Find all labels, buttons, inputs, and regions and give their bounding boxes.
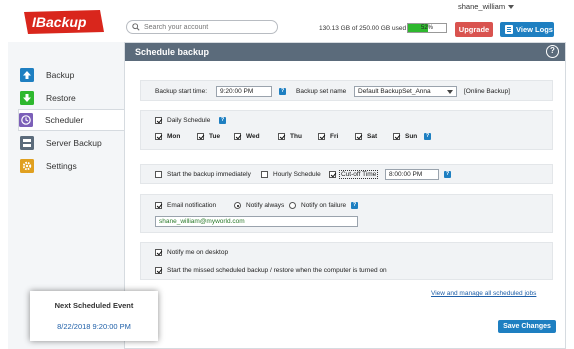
- backup-set-select[interactable]: Default BackupSet_Anna: [354, 86, 457, 97]
- upgrade-button[interactable]: Upgrade: [455, 22, 493, 37]
- view-logs-button[interactable]: View Logs: [500, 22, 554, 37]
- search-box[interactable]: [126, 20, 278, 34]
- next-event-datetime: 8/22/2018 9:20:00 PM: [57, 322, 131, 331]
- start-options-section: Start the backup immediately Hourly Sche…: [140, 164, 553, 184]
- view-logs-label: View Logs: [516, 25, 553, 34]
- day-checkbox-fri[interactable]: [318, 133, 325, 140]
- cutoff-time-checkbox[interactable]: [329, 171, 336, 178]
- user-menu[interactable]: shane_william: [458, 2, 515, 11]
- daily-schedule-label: Daily Schedule: [167, 117, 211, 124]
- email-notification-label: Email notification: [167, 202, 217, 209]
- backup-set-value: Default BackupSet_Anna: [358, 88, 431, 95]
- gear-icon: [20, 159, 34, 173]
- desktop-notify-checkbox[interactable]: [155, 249, 162, 256]
- start-immediately-label: Start the backup immediately: [167, 171, 251, 178]
- help-icon[interactable]: ?: [219, 117, 226, 124]
- help-icon[interactable]: ?: [279, 88, 286, 95]
- sidebar-item-backup[interactable]: Backup: [20, 64, 124, 86]
- misc-options-section: Notify me on desktop Start the missed sc…: [140, 242, 553, 280]
- help-icon[interactable]: ?: [444, 171, 451, 178]
- sidebar-item-label: Scheduler: [45, 115, 84, 125]
- server-icon: [20, 136, 34, 150]
- chevron-down-icon: [508, 5, 515, 10]
- notify-failure-radio[interactable]: [289, 202, 296, 209]
- hourly-schedule-checkbox[interactable]: [261, 171, 268, 178]
- cutoff-time-input[interactable]: 8:00:00 PM: [385, 169, 439, 180]
- restore-arrow-down-icon: [20, 91, 34, 105]
- day-checkbox-sat[interactable]: [355, 133, 362, 140]
- view-scheduled-jobs-link[interactable]: View and manage all scheduled jobs: [431, 290, 536, 297]
- day-label-sun: Sun: [405, 133, 418, 140]
- cutoff-time-label: Cut-off Time: [339, 170, 379, 179]
- notify-failure-label: Notify on failure: [301, 202, 347, 209]
- sidebar-item-restore[interactable]: Restore: [20, 87, 124, 109]
- day-label-wed: Wed: [246, 133, 260, 140]
- sidebar-item-label: Restore: [46, 93, 76, 103]
- storage-usage-text: 130.13 GB of 250.00 GB used: [319, 25, 407, 32]
- day-checkbox-mon[interactable]: [155, 133, 162, 140]
- day-label-thu: Thu: [290, 133, 302, 140]
- sidebar-item-scheduler[interactable]: Scheduler: [18, 109, 124, 131]
- search-input[interactable]: [144, 22, 274, 32]
- backup-set-type: [Online Backup]: [464, 88, 510, 95]
- backup-set-label: Backup set name: [296, 88, 347, 95]
- email-section: Email notification Notify always Notify …: [140, 194, 553, 233]
- start-time-section: Backup start time: 9:20:00 PM ? Backup s…: [140, 80, 553, 101]
- day-label-fri: Fri: [330, 133, 339, 140]
- daily-schedule-checkbox[interactable]: [155, 117, 162, 124]
- logs-icon: [505, 25, 513, 34]
- start-time-input[interactable]: 9:20:00 PM: [216, 86, 272, 97]
- quota-percent: 52%: [420, 25, 433, 31]
- user-name: shane_william: [458, 2, 506, 11]
- backup-arrow-up-icon: [20, 68, 34, 82]
- email-input[interactable]: shane_william@myworld.com: [155, 216, 358, 227]
- notify-always-label: Notify always: [246, 202, 285, 209]
- help-icon[interactable]: ?: [546, 45, 559, 58]
- search-icon: [132, 23, 140, 31]
- day-label-sat: Sat: [367, 133, 378, 140]
- day-checkbox-thu[interactable]: [278, 133, 285, 140]
- next-scheduled-event: Next Scheduled Event 8/22/2018 9:20:00 P…: [30, 291, 158, 341]
- start-time-label: Backup start time:: [155, 88, 208, 95]
- hourly-schedule-label: Hourly Schedule: [273, 171, 321, 178]
- day-checkbox-wed[interactable]: [234, 133, 241, 140]
- chevron-down-icon: [447, 90, 453, 94]
- missed-backup-checkbox[interactable]: [155, 267, 162, 274]
- logo-text: IBackup: [32, 14, 87, 30]
- app-window: IBackup shane_william 130.13 GB of 250.0…: [8, 0, 566, 349]
- panel-header: Schedule backup ?: [125, 43, 565, 61]
- help-icon[interactable]: ?: [424, 133, 431, 140]
- storage-quota-bar: 52%: [407, 23, 447, 33]
- sidebar-item-label: Backup: [46, 70, 75, 80]
- day-label-tue: Tue: [209, 133, 221, 140]
- day-label-mon: Mon: [167, 133, 181, 140]
- panel-title: Schedule backup: [135, 47, 210, 57]
- next-event-title: Next Scheduled Event: [54, 301, 134, 310]
- clock-icon: [19, 113, 33, 127]
- schedule-panel: Schedule backup ? Backup start time: 9:2…: [124, 42, 566, 349]
- missed-backup-label: Start the missed scheduled backup / rest…: [167, 267, 387, 274]
- save-changes-button[interactable]: Save Changes: [498, 320, 556, 333]
- email-notification-checkbox[interactable]: [155, 202, 162, 209]
- notify-always-radio[interactable]: [234, 202, 241, 209]
- sidebar-item-label: Settings: [46, 161, 77, 171]
- day-checkbox-sun[interactable]: [393, 133, 400, 140]
- sidebar-item-label: Server Backup: [46, 138, 102, 148]
- day-checkbox-tue[interactable]: [197, 133, 204, 140]
- top-bar: IBackup shane_william 130.13 GB of 250.0…: [8, 0, 566, 42]
- help-icon[interactable]: ?: [351, 202, 358, 209]
- desktop-notify-label: Notify me on desktop: [167, 249, 229, 256]
- sidebar-item-server-backup[interactable]: Server Backup: [20, 132, 124, 154]
- daily-schedule-section: Daily Schedule ? Mon Tue Wed Thu Fri Sat…: [140, 110, 553, 150]
- ibackup-logo: IBackup: [24, 10, 104, 34]
- start-immediately-checkbox[interactable]: [155, 171, 162, 178]
- sidebar-item-settings[interactable]: Settings: [20, 155, 124, 177]
